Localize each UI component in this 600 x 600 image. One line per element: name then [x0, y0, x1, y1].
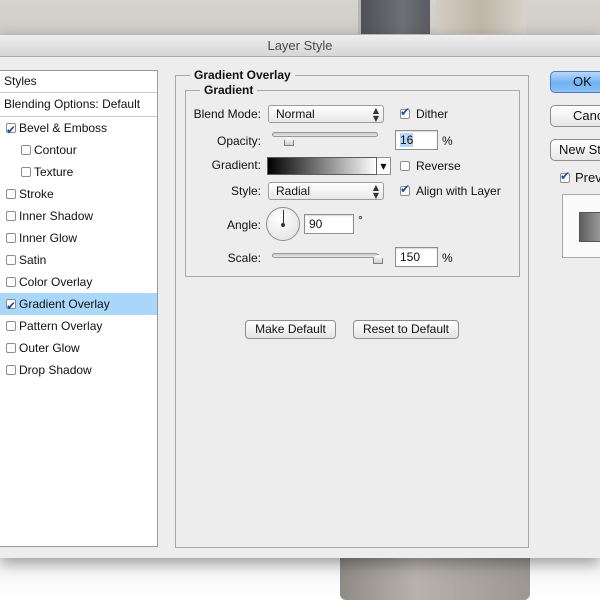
style-checkbox-icon[interactable]	[6, 277, 16, 287]
style-item-bevel-emboss[interactable]: Bevel & Emboss	[0, 117, 157, 141]
angle-input[interactable]: 90	[304, 214, 354, 234]
new-style-button[interactable]: New Style...	[550, 139, 600, 161]
style-item-label: Pattern Overlay	[19, 319, 103, 333]
style-checkbox-icon[interactable]	[6, 321, 16, 331]
style-item-outer-glow[interactable]: Outer Glow	[0, 337, 157, 359]
blending-options-item[interactable]: Blending Options: Default	[0, 93, 157, 117]
cancel-button[interactable]: Cancel	[550, 105, 600, 127]
style-checkbox-icon[interactable]	[21, 145, 31, 155]
blend-mode-value: Normal	[276, 107, 315, 121]
reset-to-default-button[interactable]: Reset to Default	[353, 320, 459, 339]
opacity-slider-thumb[interactable]	[283, 136, 294, 146]
select-arrows-icon: ▲ ▼	[372, 106, 379, 123]
style-item-drop-shadow[interactable]: Drop Shadow	[0, 359, 157, 381]
preview-label: Preview	[575, 170, 600, 185]
style-item-inner-glow[interactable]: Inner Glow	[0, 227, 157, 249]
styles-header[interactable]: Styles	[0, 71, 157, 93]
preview-check-icon	[560, 169, 570, 183]
style-item-inner-shadow[interactable]: Inner Shadow	[0, 205, 157, 227]
styles-list: Styles Blending Options: Default Bevel &…	[0, 70, 158, 547]
style-item-stroke[interactable]: Stroke	[0, 183, 157, 205]
style-item-label: Inner Glow	[19, 231, 78, 245]
style-item-label: Bevel & Emboss	[19, 121, 108, 135]
opacity-slider-track[interactable]	[272, 132, 378, 137]
reverse-check-icon	[400, 161, 410, 171]
style-checkbox-icon[interactable]	[6, 343, 16, 353]
style-item-color-overlay[interactable]: Color Overlay	[0, 271, 157, 293]
style-item-label: Color Overlay	[19, 275, 93, 289]
style-item-label: Contour	[34, 143, 77, 157]
dither-checkbox[interactable]: Dither	[400, 105, 449, 121]
opacity-input[interactable]: 16	[395, 130, 438, 150]
preview-swatch	[579, 212, 600, 242]
preview-box	[562, 194, 600, 258]
scale-slider-track[interactable]	[272, 253, 378, 258]
blend-mode-label: Blend Mode:	[193, 107, 261, 121]
gradient-dropdown-icon[interactable]: ▼	[377, 157, 391, 175]
style-checkbox-icon[interactable]	[21, 167, 31, 177]
opacity-value: 16	[400, 133, 414, 147]
gradient-subgroup: Gradient Blend Mode: Normal ▲▼ Dither Op…	[185, 83, 520, 277]
style-item-label: Satin	[19, 253, 47, 267]
opacity-unit: %	[442, 134, 453, 148]
style-item-label: Outer Glow	[19, 341, 80, 355]
angle-dial[interactable]	[266, 207, 300, 241]
style-item-satin[interactable]: Satin	[0, 249, 157, 271]
reverse-checkbox[interactable]: Reverse	[400, 159, 461, 173]
preview-checkbox[interactable]: Preview	[560, 169, 600, 185]
style-item-texture[interactable]: Texture	[0, 161, 157, 183]
style-checkbox-icon[interactable]	[6, 211, 16, 221]
canvas-object-beige	[436, 0, 526, 34]
scale-value: 150	[400, 250, 421, 264]
reverse-label: Reverse	[416, 159, 461, 173]
layer-style-dialog: Layer Style Styles Blending Options: Def…	[0, 34, 600, 558]
style-checkbox-icon[interactable]	[6, 189, 16, 199]
scale-input[interactable]: 150	[395, 247, 438, 267]
gradient-swatch[interactable]	[267, 157, 377, 175]
style-item-label: Inner Shadow	[19, 209, 94, 223]
angle-dial-center	[281, 223, 285, 227]
style-item-gradient-overlay[interactable]: Gradient Overlay	[0, 293, 157, 317]
style-value: Radial	[276, 184, 311, 198]
canvas-object-dark	[358, 0, 430, 34]
canvas-object-bottom	[340, 556, 530, 600]
blend-mode-select[interactable]: Normal ▲ ▼	[268, 105, 384, 123]
ok-button[interactable]: OK	[550, 71, 600, 93]
style-checkbox-icon[interactable]	[6, 365, 16, 375]
style-item-pattern-overlay[interactable]: Pattern Overlay	[0, 315, 157, 337]
angle-value: 90	[309, 217, 323, 231]
dither-label: Dither	[416, 107, 449, 121]
select-arrows-icon: ▲ ▼	[372, 183, 379, 200]
style-item-label: Texture	[34, 165, 74, 179]
gradient-subgroup-title: Gradient	[200, 83, 258, 97]
align-with-layer-label: Align with Layer	[416, 184, 501, 198]
angle-label: Angle:	[226, 218, 261, 232]
gradient-overlay-title: Gradient Overlay	[190, 68, 295, 82]
dialog-title: Layer Style	[0, 35, 600, 57]
opacity-label: Opacity:	[216, 134, 261, 148]
style-label: Style:	[230, 184, 261, 198]
scale-label: Scale:	[227, 251, 261, 265]
style-checkbox-icon[interactable]	[6, 255, 16, 265]
gradient-label: Gradient:	[211, 158, 261, 172]
style-checkbox-icon[interactable]	[6, 119, 16, 141]
style-checkbox-icon[interactable]	[6, 233, 16, 243]
style-item-label: Drop Shadow	[19, 363, 92, 377]
style-item-contour[interactable]: Contour	[0, 139, 157, 161]
style-select[interactable]: Radial ▲ ▼	[268, 182, 384, 200]
align-check-icon	[400, 182, 410, 196]
dither-check-icon	[400, 105, 410, 119]
style-item-label: Gradient Overlay	[19, 297, 110, 311]
style-item-label: Stroke	[19, 187, 54, 201]
align-with-layer-checkbox[interactable]: Align with Layer	[400, 182, 501, 198]
make-default-button[interactable]: Make Default	[245, 320, 336, 339]
scale-unit: %	[442, 251, 453, 265]
angle-unit: °	[358, 213, 363, 227]
style-checkbox-icon[interactable]	[6, 295, 16, 317]
gradient-overlay-group: Gradient Overlay Gradient Blend Mode: No…	[175, 68, 529, 548]
